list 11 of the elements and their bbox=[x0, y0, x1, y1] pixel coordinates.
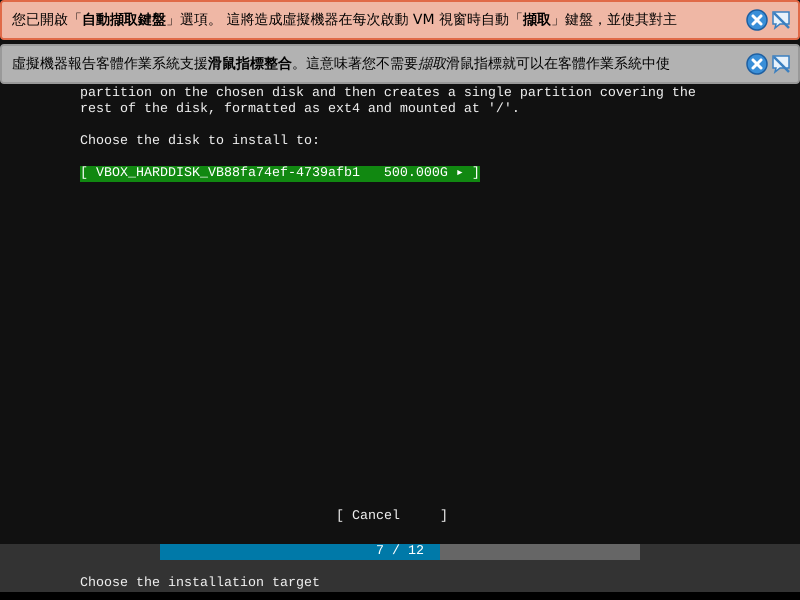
disk-option[interactable]: [ VBOX_HARDDISK_VB88fa74ef-4739afb1 500.000G ▸ ] bbox=[80, 166, 480, 182]
cancel-button[interactable]: [ Cancel ] bbox=[336, 509, 448, 525]
close-icon[interactable] bbox=[746, 9, 768, 31]
status-text: Choose the installation target bbox=[80, 576, 320, 592]
progress-reading: 7 / 12 bbox=[376, 544, 424, 560]
notification-text: 您已開啟「自動擷取鍵盤」選項。 這將造成虛擬機器在每次啟動 VM 視窗時自動「擷取」鍵盤，並使其對主 bbox=[12, 10, 678, 30]
close-icon[interactable] bbox=[746, 53, 768, 75]
description-line: rest of the disk, formatted as ext4 and mounted at '/'. bbox=[80, 102, 520, 118]
notification-text: 虛擬機器報告客體作業系統支援滑鼠指標整合。這意味著您不需要擷取滑鼠指標就可以在客體作業系統中使 bbox=[12, 54, 671, 74]
description-line: partition on the chosen disk and then creates a single partition covering the bbox=[80, 86, 696, 102]
disk-prompt: Choose the disk to install to: bbox=[80, 134, 320, 150]
